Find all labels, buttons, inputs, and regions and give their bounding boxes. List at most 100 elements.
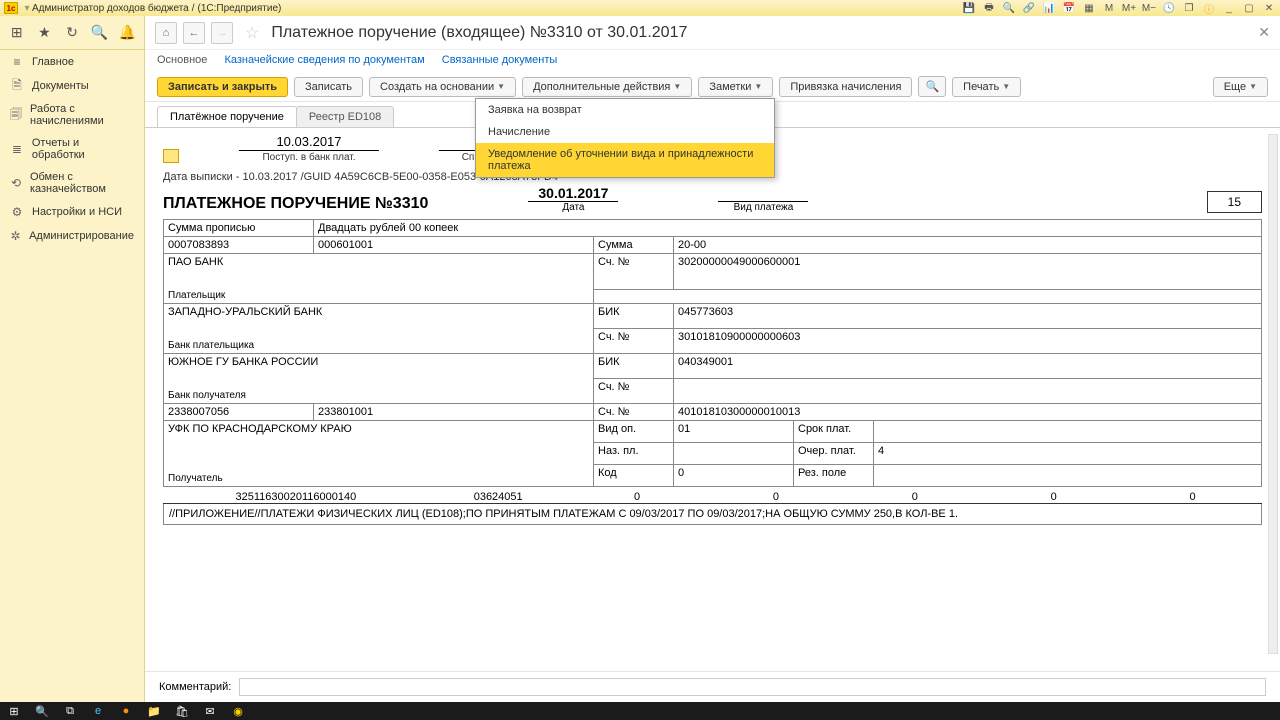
sidebar-item-docs[interactable]: 🗎Документы: [0, 74, 144, 98]
titlebar-dropdown-icon[interactable]: ▾: [22, 3, 32, 14]
calc-icon[interactable]: 📊: [1042, 2, 1056, 14]
print-icon[interactable]: 🖶: [982, 2, 996, 14]
srok-lbl: Срок плат.: [794, 421, 874, 443]
scrollbar[interactable]: [1268, 134, 1278, 654]
forward-button[interactable]: →: [211, 22, 233, 44]
acc-lbl2: Сч. №: [594, 329, 674, 354]
doc-date: 30.01.2017: [528, 185, 618, 202]
start-icon[interactable]: ⊞: [4, 703, 24, 719]
recv-bank: ЮЖНОЕ ГУ БАНКА РОССИИ: [168, 356, 589, 368]
status-stamp-icon: [163, 149, 179, 163]
doc-icon: 🗎: [10, 79, 24, 93]
window-icon[interactable]: ❐: [1182, 2, 1196, 14]
mail-icon[interactable]: ✉: [200, 703, 220, 719]
num-box: 15: [1207, 191, 1262, 213]
os-taskbar: ⊞ 🔍 ⧉ e ● 📁 🛍 ✉ ◉: [0, 702, 1280, 720]
recv-bik: 040349001: [674, 354, 1262, 379]
onec-icon[interactable]: ◉: [228, 703, 248, 719]
sidebar-label: Администрирование: [29, 230, 134, 242]
search-sidebar-icon[interactable]: 🔍: [91, 24, 109, 42]
link-icon[interactable]: 🔗: [1022, 2, 1036, 14]
print-button[interactable]: Печать▼: [952, 77, 1021, 97]
more-button[interactable]: Еще▼: [1213, 77, 1268, 97]
dropdown-item-accrual[interactable]: Начисление: [476, 121, 774, 143]
app-mode: (1С:Предприятие): [198, 3, 282, 14]
recv-lbl: Получатель: [168, 473, 589, 484]
taskview-icon[interactable]: ⧉: [60, 703, 80, 719]
back-button[interactable]: ←: [183, 22, 205, 44]
dropdown-item-refund[interactable]: Заявка на возврат: [476, 99, 774, 121]
favorite-star-icon[interactable]: ☆: [245, 23, 259, 43]
sublink-related[interactable]: Связанные документы: [442, 54, 558, 66]
create-based-button[interactable]: Создать на основании▼: [369, 77, 516, 97]
btn-label: Еще: [1224, 81, 1246, 93]
code-2: 0: [568, 491, 707, 504]
sidebar-item-exchange[interactable]: ⟲Обмен с казначейством: [0, 166, 144, 200]
history-icon[interactable]: ↻: [63, 24, 81, 42]
calendar-icon[interactable]: 📅: [1062, 2, 1076, 14]
sidebar-label: Работа с начислениями: [30, 103, 134, 127]
edge-icon[interactable]: e: [88, 703, 108, 719]
admin-icon: ✲: [10, 229, 21, 243]
store-icon[interactable]: 🛍: [172, 703, 192, 719]
sidebar-item-main[interactable]: ≡Главное: [0, 50, 144, 74]
bind-accrual-button[interactable]: Привязка начисления: [779, 77, 912, 97]
sidebar-item-reports[interactable]: ≣Отчеты и обработки: [0, 132, 144, 166]
btn-label: Дополнительные действия: [533, 81, 670, 93]
m-plus-icon[interactable]: M+: [1122, 2, 1136, 14]
bell-icon[interactable]: 🔔: [118, 24, 136, 42]
clock-icon[interactable]: 🕓: [1162, 2, 1176, 14]
info-icon[interactable]: ⓘ: [1202, 2, 1216, 14]
save-close-button[interactable]: Записать и закрыть: [157, 77, 288, 97]
paytype-value: [718, 185, 808, 202]
btn-label: Печать: [963, 81, 999, 93]
stack-icon: 🗐: [10, 108, 22, 122]
ocher-lbl: Очер. плат.: [794, 443, 874, 465]
close-window-icon[interactable]: ✕: [1262, 2, 1276, 14]
btn-label: Заметки: [709, 81, 751, 93]
explorer-icon[interactable]: 📁: [144, 703, 164, 719]
sum-words-lbl: Сумма прописью: [164, 220, 314, 237]
sidebar-item-admin[interactable]: ✲ Администрирование: [0, 224, 144, 248]
sublink-treasury[interactable]: Казначейские сведения по документам: [224, 54, 424, 66]
search-icon[interactable]: 🔍: [1002, 2, 1016, 14]
recv-bank-lbl: Банк получателя: [168, 390, 589, 401]
taskbar-search-icon[interactable]: 🔍: [32, 703, 52, 719]
acc-lbl3: Сч. №: [594, 379, 674, 404]
grid-icon[interactable]: ▦: [1082, 2, 1096, 14]
firefox-icon[interactable]: ●: [116, 703, 136, 719]
payer-acc: 30200000049000600001: [674, 254, 1262, 290]
dropdown-item-notification[interactable]: Уведомление об уточнении вида и принадле…: [476, 143, 774, 177]
star-icon[interactable]: ★: [36, 24, 54, 42]
minimize-icon[interactable]: _: [1222, 2, 1236, 14]
doc-title: ПЛАТЕЖНОЕ ПОРУЧЕНИЕ №3310: [163, 195, 428, 213]
save-icon[interactable]: 💾: [962, 2, 976, 14]
sidebar-label: Главное: [32, 56, 74, 68]
notes-button[interactable]: Заметки▼: [698, 77, 773, 97]
app-title: Администратор доходов бюджета: [32, 3, 189, 14]
m-icon[interactable]: M: [1102, 2, 1116, 14]
apps-icon[interactable]: ⊞: [8, 24, 26, 42]
received-label: Поступ. в банк плат.: [239, 152, 379, 163]
m-minus-icon[interactable]: M−: [1142, 2, 1156, 14]
extra-actions-button[interactable]: Дополнительные действия▼: [522, 77, 692, 97]
bik-lbl2: БИК: [594, 354, 674, 379]
sidebar-item-accruals[interactable]: 🗐 Работа с начислениями: [0, 98, 144, 132]
tab-registry[interactable]: Реестр ED108: [296, 106, 394, 127]
home-button[interactable]: ⌂: [155, 22, 177, 44]
sidebar-item-settings[interactable]: ⚙Настройки и НСИ: [0, 200, 144, 224]
maximize-icon[interactable]: ▢: [1242, 2, 1256, 14]
search-doc-button[interactable]: 🔍: [918, 76, 946, 97]
tab-payment-order[interactable]: Платёжное поручение: [157, 106, 297, 127]
rez-lbl: Рез. поле: [794, 465, 874, 487]
sidebar-label: Настройки и НСИ: [32, 206, 122, 218]
save-button[interactable]: Записать: [294, 77, 363, 97]
comment-input[interactable]: [239, 678, 1266, 696]
payer-bank: ЗАПАДНО-УРАЛЬСКИЙ БАНК: [168, 306, 589, 318]
sublink-main[interactable]: Основное: [157, 54, 207, 66]
main-area: ⌂ ← → ☆ Платежное поручение (входящее) №…: [145, 16, 1280, 702]
close-page-icon[interactable]: ✕: [1258, 24, 1270, 41]
payer-lbl: Плательщик: [168, 290, 589, 301]
code-3: 0: [707, 491, 846, 504]
titlebar-tools: 💾 🖶 🔍 🔗 📊 📅 ▦ M M+ M− 🕓 ❐ ⓘ _ ▢ ✕: [962, 2, 1276, 14]
